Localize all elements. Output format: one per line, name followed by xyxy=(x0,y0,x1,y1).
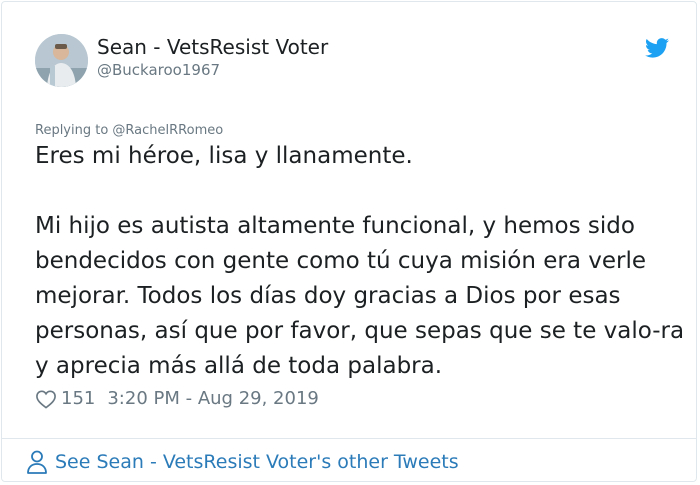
divider xyxy=(2,438,696,439)
tweet-paragraph: Eres mi héroe, lisa y llanamente. xyxy=(35,143,413,169)
twitter-bird-icon[interactable] xyxy=(645,38,669,58)
author-name[interactable]: Sean - VetsResist Voter xyxy=(97,35,328,59)
avatar[interactable] xyxy=(35,34,88,87)
heart-icon[interactable] xyxy=(35,389,57,409)
tweet-meta: 151 3:20 PM - Aug 29, 2019 xyxy=(35,388,319,409)
tweet-timestamp[interactable]: 3:20 PM - Aug 29, 2019 xyxy=(107,388,319,409)
tweet-paragraph: Mi hijo es autista altamente funcional, … xyxy=(35,213,685,379)
author-handle[interactable]: @Buckaroo1967 xyxy=(97,61,220,79)
tweet-text: Eres mi héroe, lisa y llanamente. Mi hij… xyxy=(35,139,685,384)
replying-to-label[interactable]: Replying to @RachelRRomeo xyxy=(35,123,223,138)
person-icon xyxy=(27,450,47,474)
avatar-image xyxy=(35,34,88,87)
other-tweets-link[interactable]: See Sean - VetsResist Voter's other Twee… xyxy=(26,449,459,475)
like-count[interactable]: 151 xyxy=(61,388,95,409)
embedded-tweet-card: Sean - VetsResist Voter @Buckaroo1967 Re… xyxy=(1,1,697,482)
other-tweets-label[interactable]: See Sean - VetsResist Voter's other Twee… xyxy=(55,451,459,473)
